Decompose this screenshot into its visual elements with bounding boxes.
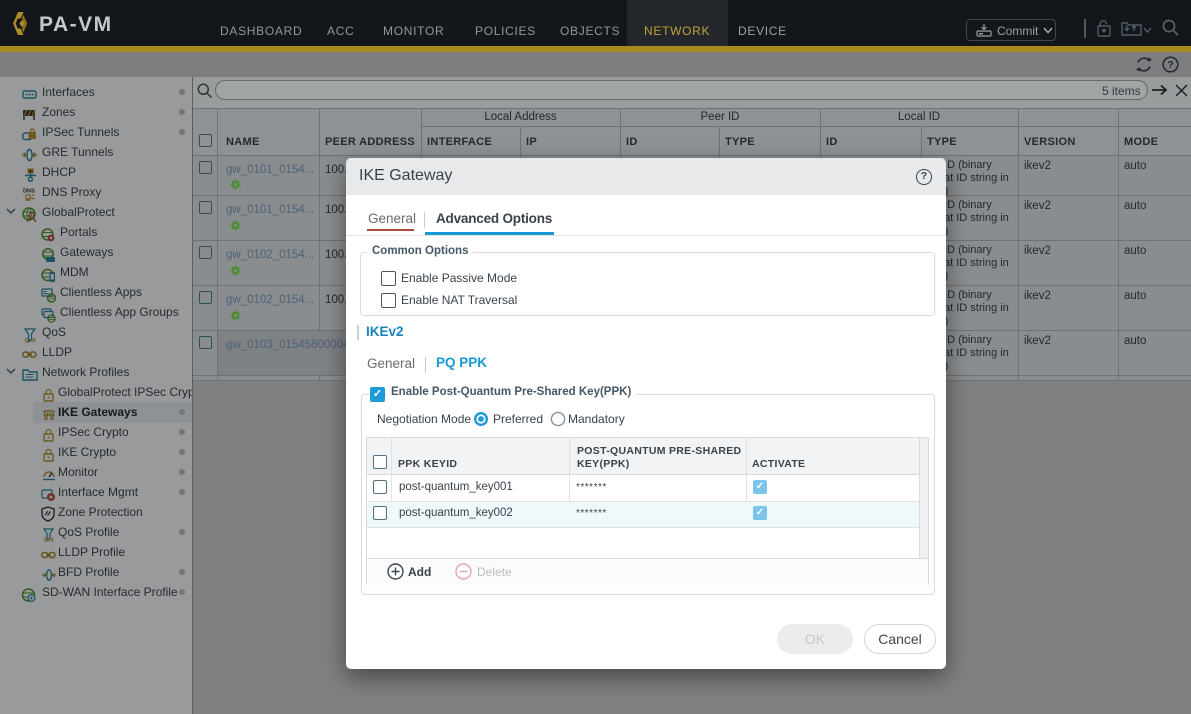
svg-text:QoS: QoS bbox=[24, 338, 35, 343]
svg-text:DNS: DNS bbox=[23, 188, 35, 194]
svg-text:IP: IP bbox=[28, 169, 32, 174]
svg-text:QoS: QoS bbox=[43, 537, 54, 542]
svg-text:?: ? bbox=[1167, 60, 1173, 71]
